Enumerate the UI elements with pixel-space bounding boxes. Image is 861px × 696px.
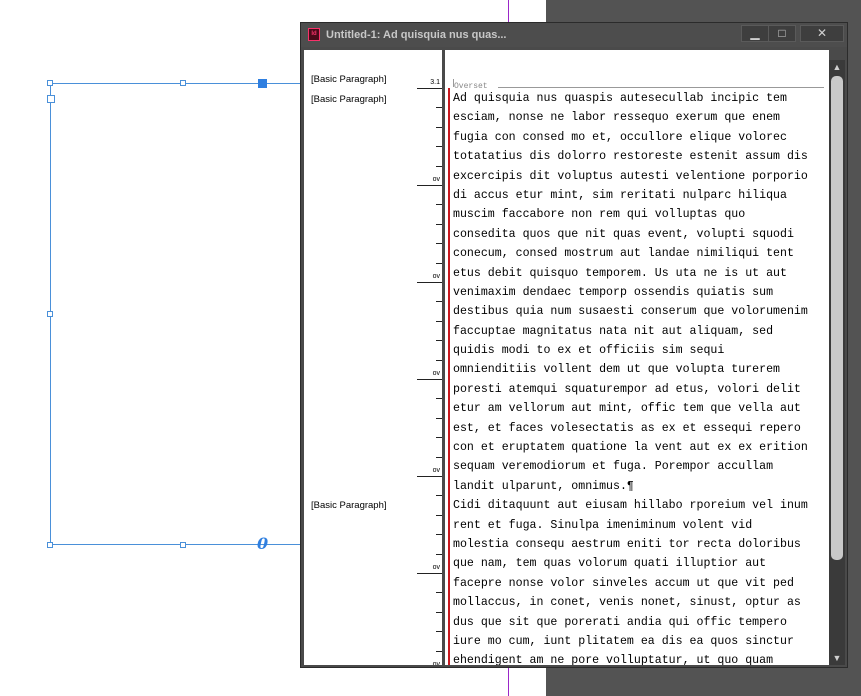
- ruler-tick: [417, 476, 442, 477]
- ruler-depth-label: ov: [432, 564, 440, 571]
- text-line[interactable]: omnienditiis vollent dem ut que volupta …: [453, 360, 825, 379]
- text-line[interactable]: esciam, nonse ne labor ressequo exerum q…: [453, 108, 825, 127]
- text-line[interactable]: consedita quos que nit quas event, volup…: [453, 225, 825, 244]
- text-line[interactable]: Ad quisquia nus quaspis autesecullab inc…: [453, 89, 825, 108]
- frame-handle-top-middle[interactable]: [180, 80, 186, 86]
- text-line[interactable]: ehendigent am ne pore volluptatur, ut qu…: [453, 651, 825, 665]
- text-line[interactable]: landit ulparunt, omnimus.¶: [453, 477, 825, 496]
- ruler-depth-label: ov: [432, 661, 440, 665]
- vertical-scrollbar[interactable]: ▲ ▼: [829, 60, 845, 665]
- indesign-app-icon: Id: [308, 28, 320, 41]
- overset-indicator-bar: [448, 88, 450, 665]
- ruler-tick: [417, 185, 442, 186]
- window-title: Untitled-1: Ad quisquia nus quas...: [326, 29, 507, 41]
- text-line[interactable]: totatatius dis dolorro restoreste esteni…: [453, 147, 825, 166]
- text-line[interactable]: sequam veremodiorum et fuga. Porempor ac…: [453, 457, 825, 476]
- minimize-button[interactable]: ▁: [741, 25, 769, 42]
- frame-handle-bottom-left[interactable]: [47, 542, 53, 548]
- close-button[interactable]: ✕: [800, 25, 844, 42]
- text-line[interactable]: faccuptae magnitatus nata nit aut aliqua…: [453, 322, 825, 341]
- column-divider[interactable]: [442, 50, 445, 665]
- frame-in-port[interactable]: [47, 95, 55, 103]
- ruler-tick: [417, 88, 442, 89]
- frame-handle-middle-left[interactable]: [47, 311, 53, 317]
- overset-out-port-icon[interactable]: 0: [257, 535, 268, 553]
- text-line[interactable]: etur am vellorum aut mint, offic tem que…: [453, 399, 825, 418]
- ruler-depth-label: ov: [432, 370, 440, 377]
- text-line[interactable]: que nam, tem quas volorum quati illuptio…: [453, 554, 825, 573]
- frame-handle-bottom-middle[interactable]: [180, 542, 186, 548]
- style-name-column: [Basic Paragraph] [Basic Paragraph] [Bas…: [304, 50, 442, 665]
- ruler-tick: [417, 573, 442, 574]
- text-line[interactable]: di accus etur mint, sim reritati nulparc…: [453, 186, 825, 205]
- text-line[interactable]: poresti atemqui squaturempor ad etus, vo…: [453, 380, 825, 399]
- ruler-depth-label: ov: [432, 273, 440, 280]
- text-line[interactable]: Cidi ditaquunt aut eiusam hillabo rporei…: [453, 496, 825, 515]
- text-line[interactable]: dus que sit que porerati andia qui offic…: [453, 613, 825, 632]
- story-text[interactable]: Ad quisquia nus quaspis autesecullab inc…: [453, 89, 825, 665]
- paragraph-style-label: [Basic Paragraph]: [311, 74, 387, 85]
- story-editor-window[interactable]: Id Untitled-1: Ad quisquia nus quas... ▁…: [300, 22, 848, 668]
- story-editor-content[interactable]: [Basic Paragraph] [Basic Paragraph] [Bas…: [304, 50, 829, 665]
- scroll-down-arrow-icon[interactable]: ▼: [829, 651, 845, 665]
- text-frame[interactable]: [50, 83, 301, 545]
- frame-bottom-edge: [268, 544, 301, 545]
- frame-handle-top-left[interactable]: [47, 80, 53, 86]
- text-line[interactable]: rent et fuga. Sinulpa imeniminum volent …: [453, 516, 825, 535]
- scroll-up-arrow-icon[interactable]: ▲: [829, 60, 845, 74]
- frame-handle-top-right[interactable]: [258, 79, 267, 88]
- ruler-depth-label: ov: [432, 467, 440, 474]
- overset-rule: [498, 87, 824, 88]
- paragraph-style-label: [Basic Paragraph]: [311, 94, 387, 105]
- text-line[interactable]: venimaxim dendaec temporp ossendis quiat…: [453, 283, 825, 302]
- text-line[interactable]: etus debit quisquo temporem. Us uta ne i…: [453, 264, 825, 283]
- text-line[interactable]: conecum, consed mostrum aut landae nimil…: [453, 244, 825, 263]
- text-line[interactable]: fugia con consed mo et, occullore elique…: [453, 128, 825, 147]
- scrollbar-thumb[interactable]: [831, 76, 843, 560]
- maximize-button[interactable]: □: [768, 25, 796, 42]
- title-bar[interactable]: Id Untitled-1: Ad quisquia nus quas... ▁…: [301, 23, 847, 47]
- ruler-depth-label: ov: [432, 176, 440, 183]
- text-line[interactable]: excercipis dit voluptus autesti velentio…: [453, 167, 825, 186]
- text-line[interactable]: con et eruptatem quatione la vent aut ex…: [453, 438, 825, 457]
- ruler-depth-label: 3.1: [430, 79, 440, 86]
- text-line[interactable]: molestia consequ aestrum eniti tor recta…: [453, 535, 825, 554]
- paragraph-style-label: [Basic Paragraph]: [311, 500, 387, 511]
- text-line[interactable]: facepre nonse volor sinveles accum ut qu…: [453, 574, 825, 593]
- text-line[interactable]: quidis modi to ex et officiis sim sequi: [453, 341, 825, 360]
- text-line[interactable]: mollaccus, in conet, venis nonet, sinust…: [453, 593, 825, 612]
- ruler-tick: [417, 282, 442, 283]
- text-line[interactable]: est, et faces volesectatis as ex et esse…: [453, 419, 825, 438]
- text-line[interactable]: destibus quia num susaesti conserum que …: [453, 302, 825, 321]
- text-line[interactable]: iure mo cum, iunt plitatem ea dis ea quo…: [453, 632, 825, 651]
- text-line[interactable]: muscim faccabore non rem qui volluptas q…: [453, 205, 825, 224]
- ruler-tick: [417, 379, 442, 380]
